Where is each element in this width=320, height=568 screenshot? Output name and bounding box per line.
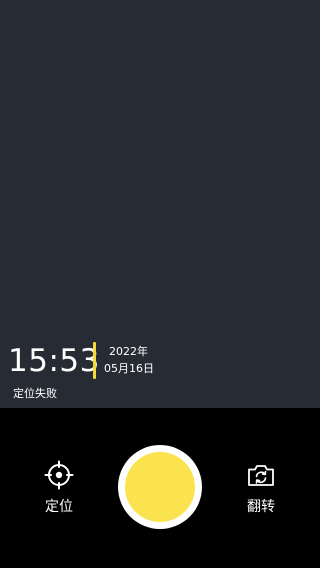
watermark-time: 15:53 xyxy=(8,343,100,379)
time-watermark: 15:53 2022年 05月16日 定位失败 xyxy=(8,341,208,407)
flip-label: 翻转 xyxy=(247,499,275,515)
camera-screen: 15:53 2022年 05月16日 定位失败 定位 翻转 xyxy=(0,0,320,568)
locate-label: 定位 xyxy=(45,499,73,515)
watermark-date: 05月16日 xyxy=(104,362,154,375)
flip-camera-button[interactable]: 翻转 xyxy=(231,460,291,524)
shutter-button[interactable] xyxy=(118,445,202,529)
camera-flip-icon xyxy=(248,465,274,486)
location-status-text: 定位失败 xyxy=(13,387,57,400)
camera-control-bar: 定位 翻转 xyxy=(0,408,320,568)
crosshair-locate-icon xyxy=(44,460,74,490)
locate-button[interactable]: 定位 xyxy=(29,460,89,524)
shutter-inner xyxy=(125,452,195,522)
watermark-divider xyxy=(93,342,96,379)
camera-viewfinder[interactable]: 15:53 2022年 05月16日 定位失败 xyxy=(0,0,320,408)
watermark-year: 2022年 xyxy=(109,345,148,358)
